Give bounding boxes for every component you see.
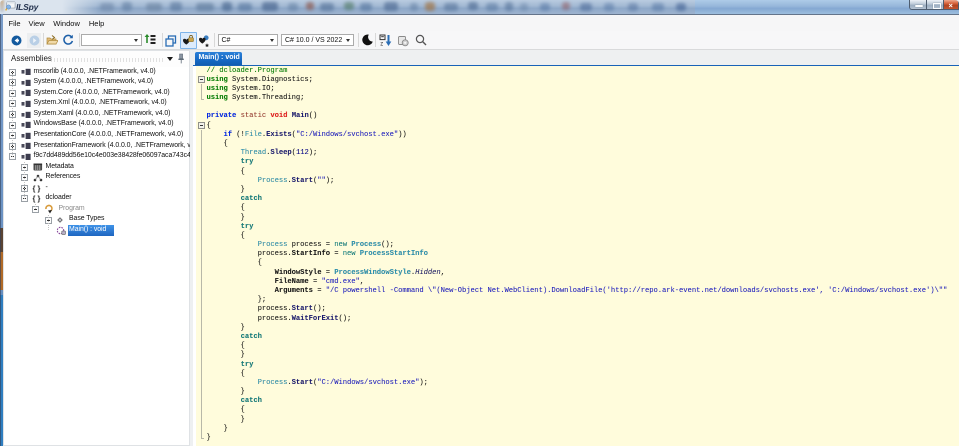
svg-text:z: z [380,42,383,48]
